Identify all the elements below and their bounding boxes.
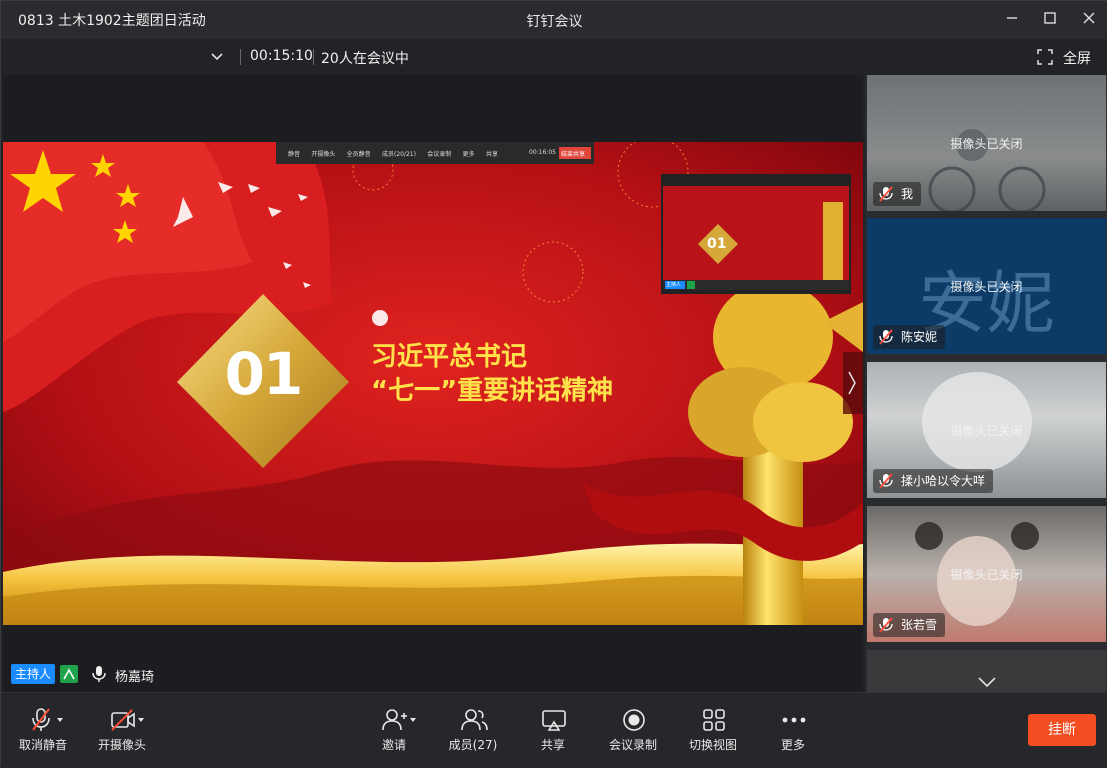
inner-toolbar-item: 开摄像头	[311, 151, 336, 158]
inner-toolbar-item: 全员静音	[346, 151, 371, 158]
close-icon	[1083, 12, 1095, 24]
inner-toolbar-item: 会议录制	[427, 151, 452, 158]
meeting-info-bar	[1, 39, 1107, 75]
screen-share-icon	[542, 710, 566, 731]
close-button[interactable]	[1076, 7, 1102, 33]
inner-stop-share: 结束共享	[561, 151, 586, 158]
inner-toolbar-item: 更多	[462, 151, 475, 158]
inner-timer: 00:16:05	[529, 149, 556, 156]
hangup-button[interactable]: 挂断	[1028, 714, 1096, 746]
record-icon	[623, 709, 645, 731]
slide-title-line2: “七一”重要讲话精神	[371, 376, 614, 406]
participants-status: 20人在会议中	[321, 51, 409, 67]
screen-share-icon	[60, 665, 78, 683]
more-label: 更多	[780, 738, 805, 752]
camera-off-label: 摄像头已关闭	[950, 568, 1023, 582]
record-label: 会议录制	[608, 738, 657, 752]
maximize-button[interactable]	[1037, 7, 1063, 33]
muted-mic-icon	[879, 329, 893, 345]
unmute-label: 取消静音	[18, 738, 67, 752]
members-icon	[461, 709, 488, 731]
minimize-button[interactable]	[999, 7, 1025, 33]
participant-tile[interactable]: 摄像头已关闭 揉小哈以令大咩	[867, 362, 1106, 498]
participant-name: 陈安妮	[873, 325, 946, 349]
meeting-window: 钉钉会议 0813 土木1902主题团日活动 00:15:10 20人在会议中 …	[0, 0, 1107, 768]
fullscreen-icon[interactable]	[1037, 49, 1053, 65]
slide-title-line1: 习近平总书记	[371, 342, 528, 372]
slide-number: 01	[224, 340, 304, 408]
participant-name: 张若雪	[873, 613, 946, 637]
participant-tile[interactable]: 摄像头已关闭 张若雪	[867, 506, 1106, 642]
inner-toolbar-item: 成员(20/21)	[381, 151, 416, 158]
camera-off-label: 摄像头已关闭	[950, 137, 1023, 151]
participant-name: 我	[873, 182, 922, 206]
active-speaker-name: 杨嘉琦	[115, 670, 155, 685]
meeting-timer: 00:15:10	[250, 48, 313, 64]
divider	[240, 49, 241, 65]
camera-off-icon	[111, 709, 144, 731]
meeting-name[interactable]: 0813 土木1902主题团日活动	[18, 10, 206, 30]
chevron-down-icon[interactable]	[209, 49, 225, 65]
switch-view-label: 切换视图	[688, 738, 737, 752]
grid-view-icon	[703, 709, 725, 731]
members-label: 成员(27)	[448, 738, 498, 752]
share-label: 共享	[540, 738, 565, 752]
inner-slide-number: 01	[707, 236, 727, 252]
shared-slide: 01 习近平总书记 “七一”重要讲话精神 静音 开摄像头 全员静音 成员(20/…	[3, 142, 863, 625]
participant-tile[interactable]: 摄像头已关闭 我	[867, 75, 1106, 211]
inner-host-badge: 主持人	[666, 282, 682, 288]
inner-toolbar-item: 共享	[485, 151, 498, 158]
muted-mic-icon	[879, 473, 893, 489]
maximize-icon	[1044, 12, 1056, 24]
participant-name-text: 我	[901, 187, 914, 201]
camera-off-label: 摄像头已关闭	[950, 280, 1023, 294]
camera-off-label: 摄像头已关闭	[950, 424, 1023, 438]
participant-name-text: 揉小哈以令大咩	[901, 474, 986, 488]
more-dots-icon	[782, 717, 806, 723]
invite-label: 邀请	[381, 738, 406, 752]
divider	[313, 49, 314, 65]
muted-mic-icon	[32, 708, 63, 731]
participant-name-text: 张若雪	[901, 618, 938, 632]
participant-name-text: 陈安妮	[901, 330, 938, 344]
scroll-down-chevron-icon[interactable]	[977, 675, 997, 689]
inner-toolbar-item: 静音	[288, 151, 301, 158]
add-user-icon	[382, 709, 416, 731]
camera-label: 开摄像头	[97, 738, 146, 752]
fullscreen-button[interactable]: 全屏	[1063, 48, 1091, 68]
shared-screen-stage: 01 习近平总书记 “七一”重要讲话精神 静音 开摄像头 全员静音 成员(20/…	[3, 75, 863, 692]
muted-mic-icon	[879, 617, 893, 633]
microphone-icon	[92, 666, 106, 682]
minimize-icon	[1007, 17, 1017, 19]
participant-tile[interactable]: 安妮 摄像头已关闭 陈安妮	[867, 218, 1106, 354]
muted-mic-icon	[879, 186, 893, 202]
inner-toolbar: 静音 开摄像头 全员静音 成员(20/21) 会议录制 更多 共享	[288, 149, 498, 159]
host-badge: 主持人	[11, 664, 55, 684]
participant-name: 揉小哈以令大咩	[873, 469, 994, 493]
